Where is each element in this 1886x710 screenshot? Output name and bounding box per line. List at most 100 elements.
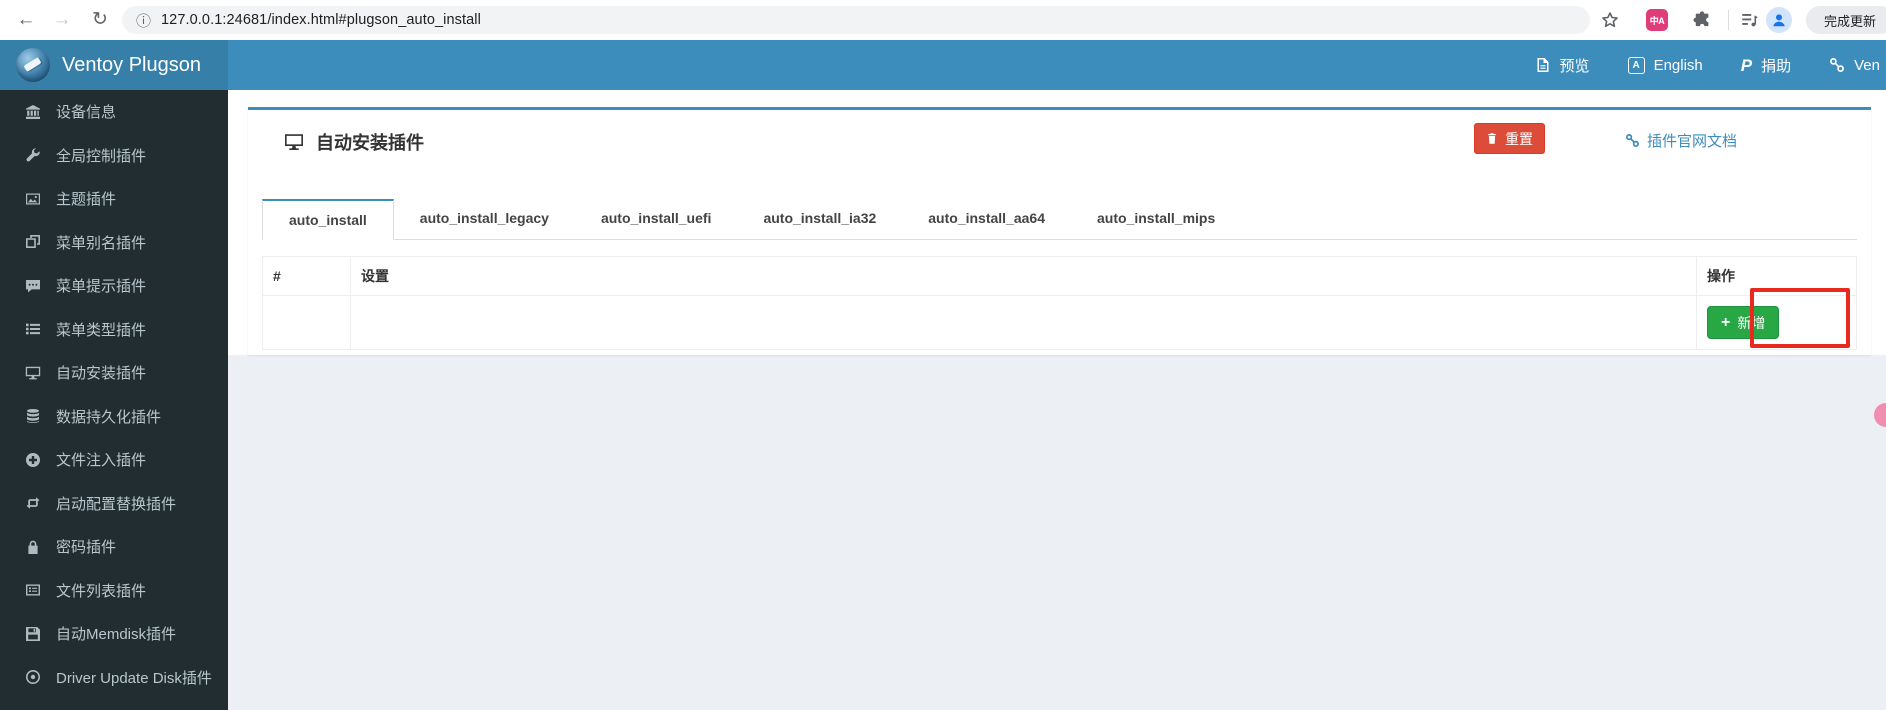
sidebar-item-label: 文件列表插件: [56, 582, 147, 600]
disc-icon: [24, 669, 41, 686]
page-title-text: 自动安装插件: [316, 133, 424, 153]
settings-table: # 设置 操作 + 新增: [262, 256, 1857, 350]
language-icon: A: [1627, 56, 1645, 74]
profile-avatar[interactable]: [1766, 7, 1792, 33]
reset-button-label: 重置: [1505, 130, 1533, 147]
nav-ventoy-site[interactable]: Ven: [1829, 57, 1880, 74]
reset-button[interactable]: 重置: [1474, 123, 1545, 154]
nav-preview-label: 预览: [1559, 57, 1590, 75]
cell-actions: + 新增: [1696, 295, 1857, 350]
sidebar-item-injection[interactable]: 文件注入插件: [0, 438, 228, 482]
plugin-doc-link[interactable]: 插件官网文档: [1625, 130, 1737, 151]
sidebar-item-password[interactable]: 密码插件: [0, 525, 228, 569]
sidebar-item-label: 自动安装插件: [56, 365, 147, 383]
sidebar: 设备信息 全局控制插件 主题插件 菜单别名插件 菜单提示插件 菜单类型插件 自动…: [0, 90, 228, 710]
list-icon: [24, 321, 41, 338]
person-icon: [1773, 14, 1785, 27]
sidebar-item-label: 密码插件: [56, 539, 117, 557]
nav-preview[interactable]: 预览: [1535, 55, 1590, 76]
tab-auto-install-aa64[interactable]: auto_install_aa64: [902, 199, 1071, 240]
sidebar-item-menu-tip[interactable]: 菜单提示插件: [0, 264, 228, 308]
column-header-settings: 设置: [350, 256, 1697, 296]
sidebar-item-label: 数据持久化插件: [56, 408, 162, 426]
cell-settings: [350, 295, 1697, 350]
forward-icon[interactable]: →: [48, 6, 76, 34]
sidebar-item-label: 启动配置替换插件: [56, 495, 177, 513]
sidebar-item-menu-alias[interactable]: 菜单别名插件: [0, 221, 228, 265]
sidebar-item-auto-install[interactable]: 自动安装插件: [0, 351, 228, 395]
sidebar-item-label: 菜单别名插件: [56, 234, 147, 252]
screen: ← → ↻ ⓘ 127.0.0.1:24681/index.html#plugs…: [0, 0, 1886, 710]
reading-list-icon[interactable]: [1740, 11, 1758, 29]
bank-icon: [24, 103, 41, 120]
wrench-icon: [24, 147, 41, 164]
main-content: 自动安装插件 重置 插件官网文档 auto_install auto_insta…: [228, 90, 1886, 710]
page-title: 自动安装插件: [284, 129, 424, 155]
sidebar-item-label: 主题插件: [56, 191, 117, 209]
retweet-icon: [24, 495, 41, 512]
tab-auto-install-mips[interactable]: auto_install_mips: [1071, 199, 1241, 240]
nav-donate-label: 捐助: [1761, 57, 1792, 75]
sidebar-item-label: 菜单提示插件: [56, 278, 147, 296]
desktop-icon: [24, 364, 41, 381]
browser-toolbar: ← → ↻ ⓘ 127.0.0.1:24681/index.html#plugs…: [0, 0, 1886, 40]
clone-icon: [24, 234, 41, 251]
paypal-icon: P: [1740, 55, 1753, 75]
lock-icon: [24, 538, 41, 555]
database-icon: [24, 408, 41, 425]
sidebar-item-label: 文件注入插件: [56, 452, 147, 470]
comment-icon: [24, 277, 41, 294]
plus-icon: +: [1721, 313, 1731, 331]
link-icon: [1830, 58, 1845, 72]
table-row: + 新增: [262, 295, 1857, 350]
content-background: [228, 355, 1886, 710]
plugin-box: 自动安装插件 重置 插件官网文档 auto_install auto_insta…: [248, 107, 1871, 355]
translate-extension-icon[interactable]: 中A: [1646, 9, 1668, 31]
sidebar-item-device-info[interactable]: 设备信息: [0, 90, 228, 134]
nav-language-label: English: [1653, 56, 1703, 74]
extensions-puzzle-icon[interactable]: [1692, 10, 1712, 30]
desktop-icon: [285, 134, 303, 150]
sidebar-item-image-list[interactable]: 文件列表插件: [0, 569, 228, 613]
table-header-row: # 设置 操作: [262, 256, 1857, 296]
column-header-index: #: [262, 256, 351, 296]
sidebar-item-dud[interactable]: Driver Update Disk插件: [0, 656, 228, 700]
sidebar-item-label: 设备信息: [56, 104, 117, 122]
sidebar-item-conf-replace[interactable]: 启动配置替换插件: [0, 482, 228, 526]
preview-file-icon: [1537, 58, 1549, 72]
site-info-icon[interactable]: ⓘ: [136, 10, 151, 31]
image-icon: [24, 190, 41, 207]
add-button-label: 新增: [1737, 314, 1766, 331]
box-header: 自动安装插件 重置 插件官网文档: [262, 110, 1857, 170]
sidebar-item-label: Driver Update Disk插件: [56, 669, 212, 687]
refresh-icon[interactable]: ↻: [86, 6, 114, 34]
column-header-actions: 操作: [1696, 256, 1857, 296]
back-icon[interactable]: ←: [12, 6, 40, 34]
url-bar[interactable]: ⓘ 127.0.0.1:24681/index.html#plugson_aut…: [122, 6, 1590, 34]
nav-ventoy-site-label: Ven: [1854, 56, 1880, 74]
add-button[interactable]: + 新增: [1707, 306, 1780, 339]
sidebar-item-label: 全局控制插件: [56, 147, 147, 165]
brand-title: Ventoy Plugson: [62, 53, 201, 76]
app-header: Ventoy Plugson 预览 A English P 捐助 Ven: [0, 40, 1886, 90]
sidebar-item-menu-class[interactable]: 菜单类型插件: [0, 308, 228, 352]
brand-logo-area[interactable]: Ventoy Plugson: [0, 40, 228, 90]
tab-auto-install-ia32[interactable]: auto_install_ia32: [737, 199, 902, 240]
toolbar-separator: [1728, 10, 1729, 30]
bookmark-star-icon[interactable]: [1601, 11, 1619, 29]
sidebar-item-persistence[interactable]: 数据持久化插件: [0, 395, 228, 439]
plus-circle-icon: [24, 451, 41, 468]
tab-auto-install-uefi[interactable]: auto_install_uefi: [575, 199, 737, 240]
sidebar-item-label: 自动Memdisk插件: [56, 626, 177, 644]
nav-language[interactable]: A English: [1627, 56, 1703, 74]
tab-auto-install-legacy[interactable]: auto_install_legacy: [394, 199, 575, 240]
tab-auto-install[interactable]: auto_install: [262, 199, 394, 240]
link-icon: [1626, 134, 1639, 147]
sidebar-item-theme[interactable]: 主题插件: [0, 177, 228, 221]
tab-bar: auto_install auto_install_legacy auto_in…: [262, 199, 1857, 240]
chrome-update-chip[interactable]: 完成更新: [1806, 6, 1886, 34]
sidebar-item-global-control[interactable]: 全局控制插件: [0, 134, 228, 178]
trash-icon: [1488, 133, 1496, 144]
sidebar-item-auto-memdisk[interactable]: 自动Memdisk插件: [0, 612, 228, 656]
nav-donate[interactable]: P 捐助: [1741, 55, 1791, 76]
